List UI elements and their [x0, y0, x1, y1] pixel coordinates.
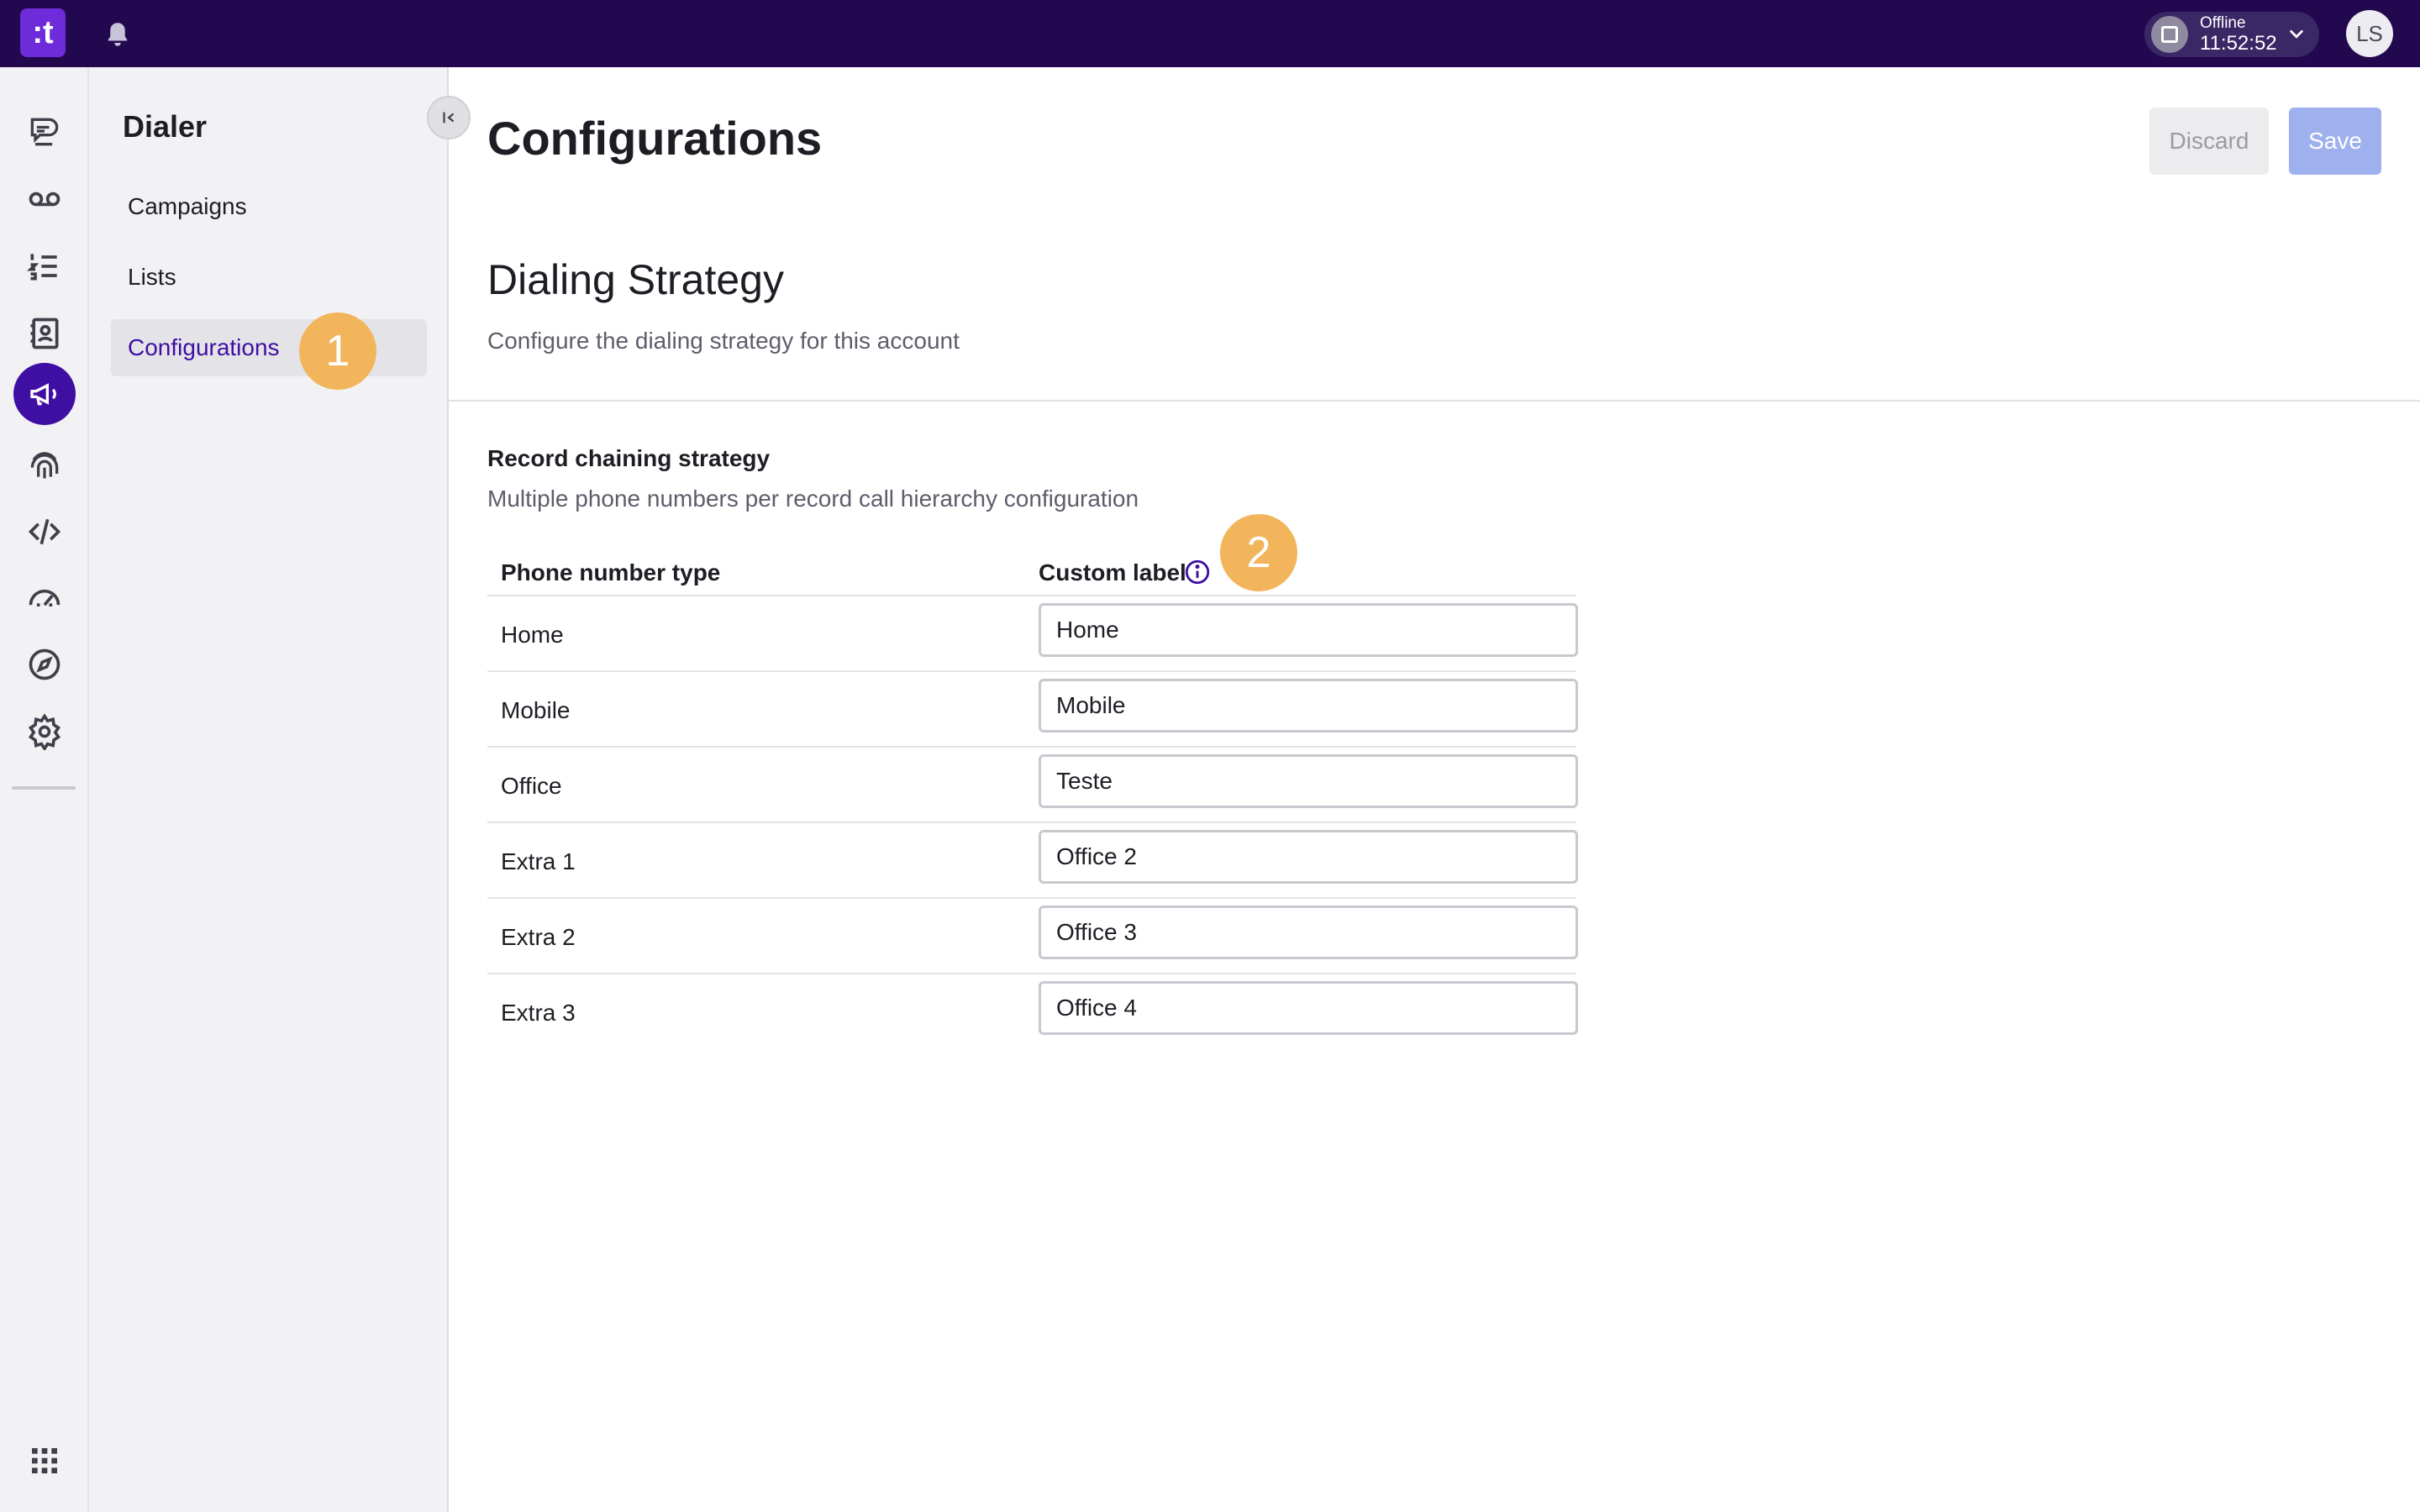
sidebar-title: Dialer [123, 109, 208, 144]
table-row: Extra 2 [487, 899, 1578, 974]
secondary-sidebar: Dialer Campaigns Lists Configurations [89, 67, 471, 1512]
avatar[interactable]: LS [2346, 10, 2393, 57]
save-button[interactable]: Save [2289, 108, 2381, 175]
ordered-list-icon[interactable] [13, 235, 76, 297]
collapse-sidebar-button[interactable] [427, 96, 471, 139]
chevron-down-icon [2287, 25, 2306, 48]
custom-label-input-mobile[interactable] [1039, 679, 1578, 732]
custom-label-input-office[interactable] [1039, 754, 1578, 808]
column-header-custom-label: Custom label [1039, 559, 1186, 585]
info-icon[interactable] [1183, 558, 1212, 591]
status-timer: 11:52:52 [2200, 32, 2277, 55]
top-bar: :t Offline 11:52:52 LS [0, 0, 2420, 67]
sidebar-item-label: Configurations [128, 334, 280, 360]
sidebar-item-configurations[interactable]: Configurations [111, 319, 427, 376]
section-divider [449, 400, 2420, 402]
app-logo[interactable]: :t [20, 8, 66, 57]
sidebar-item-lists[interactable]: Lists [111, 249, 427, 306]
contacts-icon[interactable] [13, 302, 76, 365]
megaphone-icon[interactable] [13, 363, 76, 425]
app-logo-text: :t [32, 14, 54, 50]
fingerprint-icon[interactable] [13, 433, 76, 496]
record-chaining-title: Record chaining strategy [487, 445, 771, 471]
status-offline-icon [2151, 16, 2188, 53]
settings-gear-icon[interactable] [13, 701, 76, 763]
dashboard-gauge-icon[interactable] [13, 566, 76, 628]
status-label: Offline [2200, 14, 2246, 32]
voicemail-icon[interactable] [13, 168, 76, 230]
custom-label-input-extra-3[interactable] [1039, 981, 1578, 1035]
sidebar-item-label: Campaigns [128, 193, 247, 219]
section-subtitle: Configure the dialing strategy for this … [487, 328, 960, 354]
phone-type-cell: Extra 3 [501, 1000, 576, 1026]
section-title: Dialing Strategy [487, 256, 784, 303]
annotation-badge-1: 1 [299, 312, 376, 390]
phone-type-cell: Home [501, 622, 564, 648]
apps-grid-icon[interactable] [13, 1430, 76, 1492]
custom-label-input-extra-1[interactable] [1039, 830, 1578, 884]
custom-label-input-home[interactable] [1039, 603, 1578, 657]
sidebar-item-campaigns[interactable]: Campaigns [111, 178, 427, 235]
table-row: Extra 3 [487, 974, 1578, 1050]
bell-icon[interactable] [101, 18, 134, 50]
icon-rail [0, 67, 89, 1512]
rail-divider [12, 786, 76, 790]
page-title: Configurations [487, 112, 823, 165]
sidebar-item-label: Lists [128, 264, 176, 290]
compass-icon[interactable] [13, 633, 76, 696]
phone-type-cell: Office [501, 773, 562, 799]
table-row: Office [487, 748, 1578, 823]
conversations-icon[interactable] [13, 101, 76, 163]
discard-button[interactable]: Discard [2149, 108, 2269, 175]
phone-type-cell: Extra 1 [501, 848, 576, 874]
table-row: Extra 1 [487, 823, 1578, 899]
phone-type-cell: Extra 2 [501, 924, 576, 950]
column-header-phone-type: Phone number type [501, 559, 721, 585]
table-row: Home [487, 596, 1578, 672]
custom-label-input-extra-2[interactable] [1039, 906, 1578, 959]
phone-type-cell: Mobile [501, 697, 571, 723]
phone-label-table: Phone number type Custom label Home Mobi… [487, 544, 1578, 1050]
record-chaining-subtitle: Multiple phone numbers per record call h… [487, 486, 1139, 512]
table-row: Mobile [487, 672, 1578, 748]
table-header: Phone number type Custom label [487, 544, 1576, 596]
code-icon[interactable] [13, 501, 76, 563]
agent-status-selector[interactable]: Offline 11:52:52 [2144, 12, 2319, 57]
